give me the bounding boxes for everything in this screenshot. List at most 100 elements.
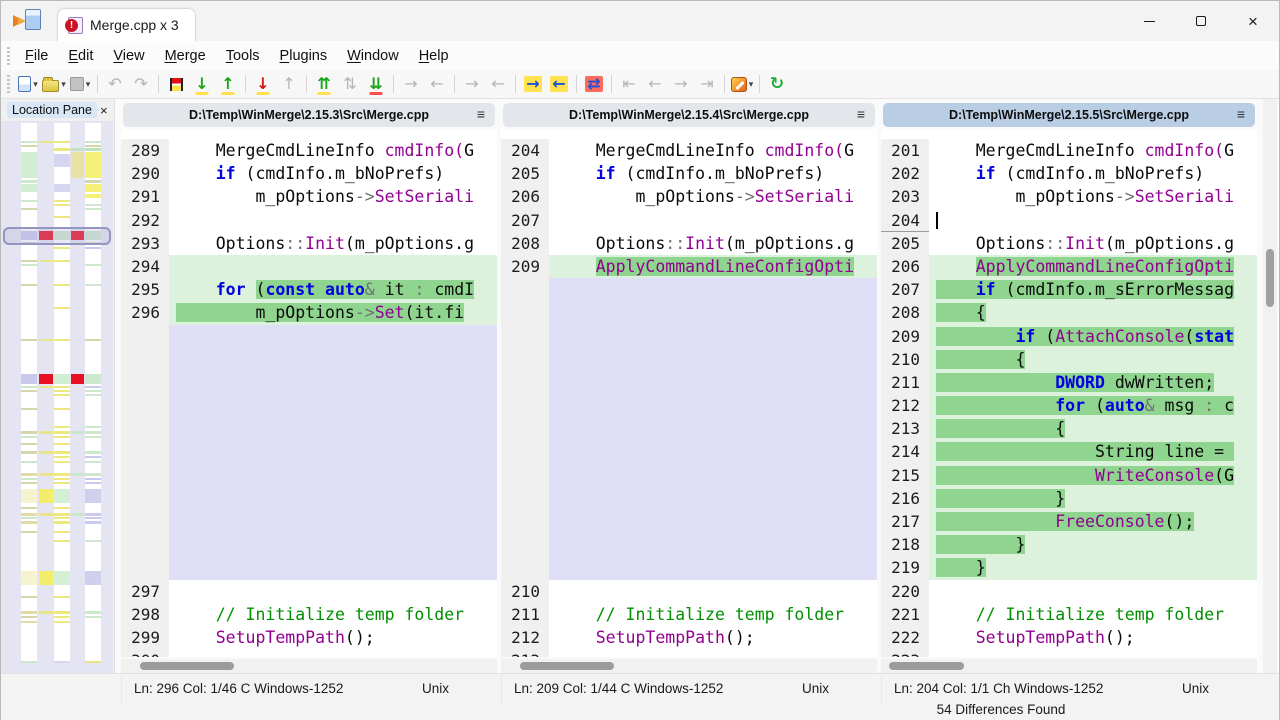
code-line[interactable]: 220 bbox=[881, 580, 1257, 603]
close-button[interactable]: × bbox=[1227, 1, 1279, 41]
diff-marker[interactable] bbox=[85, 451, 101, 454]
line-number[interactable]: 291 bbox=[121, 185, 169, 208]
diff-marker[interactable] bbox=[39, 513, 53, 516]
code-line[interactable]: 297 bbox=[121, 580, 497, 603]
code-line[interactable]: 215 WriteConsole(G bbox=[881, 464, 1257, 487]
diff-marker[interactable] bbox=[54, 154, 70, 167]
diff-marker[interactable] bbox=[21, 386, 37, 388]
diff-marker[interactable] bbox=[71, 152, 84, 178]
copy-to-right-button[interactable]: → bbox=[521, 72, 545, 96]
code-text[interactable]: DWORD dwWritten; bbox=[929, 371, 1257, 394]
code-text[interactable]: m_pOptions->Set(it.fi bbox=[169, 301, 497, 324]
diff-marker[interactable] bbox=[85, 456, 101, 458]
line-number[interactable]: 295 bbox=[121, 278, 169, 301]
diff-marker[interactable] bbox=[21, 436, 37, 438]
diff-marker[interactable] bbox=[85, 661, 101, 663]
scrollbar-thumb[interactable] bbox=[889, 662, 964, 670]
diff-marker[interactable] bbox=[54, 247, 70, 249]
code-line[interactable]: 294 bbox=[121, 255, 497, 278]
diff-marker[interactable] bbox=[54, 478, 70, 480]
diff-marker[interactable] bbox=[21, 473, 37, 476]
code-line[interactable]: 295 for (const auto& it : cmdI bbox=[121, 278, 497, 301]
diff-marker[interactable] bbox=[85, 247, 101, 249]
diff-marker[interactable] bbox=[85, 482, 101, 484]
line-number[interactable]: 207 bbox=[501, 209, 549, 232]
diff-marker[interactable] bbox=[39, 473, 53, 476]
menu-file[interactable]: File bbox=[15, 45, 58, 67]
line-number[interactable]: 205 bbox=[881, 232, 929, 255]
line-number[interactable]: 215 bbox=[881, 464, 929, 487]
line-number[interactable]: 292 bbox=[121, 209, 169, 232]
diff-marker[interactable] bbox=[21, 616, 37, 618]
options-button[interactable]: ▾ bbox=[730, 72, 754, 96]
code-text[interactable] bbox=[549, 649, 877, 657]
code-text[interactable]: SetupTempPath(); bbox=[929, 626, 1257, 649]
code-text[interactable] bbox=[169, 255, 497, 278]
code-text[interactable]: // Initialize temp folder bbox=[929, 603, 1257, 626]
code-text[interactable]: { bbox=[929, 417, 1257, 440]
code-text[interactable] bbox=[169, 325, 497, 580]
code-text[interactable]: SetupTempPath(); bbox=[549, 626, 877, 649]
menu-view[interactable]: View bbox=[103, 45, 154, 67]
line-number[interactable]: 220 bbox=[881, 580, 929, 603]
next-difference-button[interactable]: ↓ bbox=[190, 72, 214, 96]
chevron-down-icon[interactable]: ▾ bbox=[749, 79, 754, 90]
code-text[interactable]: for (const auto& it : cmdI bbox=[169, 278, 497, 301]
code-line[interactable]: 299 SetupTempPath(); bbox=[121, 626, 497, 649]
diff-marker[interactable] bbox=[54, 517, 70, 519]
diff-marker[interactable] bbox=[21, 517, 37, 519]
code-line[interactable]: 211 DWORD dwWritten; bbox=[881, 371, 1257, 394]
line-number[interactable]: 300 bbox=[121, 649, 169, 657]
diff-marker[interactable] bbox=[21, 374, 37, 384]
code-editor-right[interactable]: 201 MergeCmdLineInfo cmdInfo(G202 if (cm… bbox=[881, 129, 1257, 657]
menu-window[interactable]: Window bbox=[337, 45, 409, 67]
menu-plugins[interactable]: Plugins bbox=[270, 45, 338, 67]
diff-marker[interactable] bbox=[21, 482, 37, 484]
diff-marker[interactable] bbox=[21, 180, 37, 183]
diff-marker[interactable] bbox=[54, 284, 70, 286]
code-text[interactable]: // Initialize temp folder bbox=[169, 603, 497, 626]
diff-marker[interactable] bbox=[85, 436, 101, 438]
line-number[interactable]: 289 bbox=[121, 139, 169, 162]
diff-marker[interactable] bbox=[21, 431, 37, 434]
diff-marker[interactable] bbox=[54, 521, 70, 524]
diff-marker[interactable] bbox=[54, 531, 70, 533]
maximize-button[interactable] bbox=[1175, 1, 1227, 41]
horizontal-scrollbar[interactable] bbox=[881, 659, 1257, 673]
line-number[interactable]: 217 bbox=[881, 510, 929, 533]
diff-marker[interactable] bbox=[21, 339, 37, 341]
diff-marker[interactable] bbox=[85, 141, 101, 143]
code-line[interactable]: 201 MergeCmdLineInfo cmdInfo(G bbox=[881, 139, 1257, 162]
diff-marker[interactable] bbox=[39, 339, 53, 341]
code-line[interactable]: 219 } bbox=[881, 556, 1257, 579]
diff-marker[interactable] bbox=[85, 517, 101, 519]
line-number[interactable]: 219 bbox=[881, 556, 929, 579]
diff-marker[interactable] bbox=[39, 386, 53, 388]
scrollbar-thumb[interactable] bbox=[140, 662, 234, 670]
code-text[interactable]: FreeConsole(); bbox=[929, 510, 1257, 533]
line-number[interactable]: 204 bbox=[881, 209, 929, 232]
code-line[interactable]: 212 SetupTempPath(); bbox=[501, 626, 877, 649]
previous-difference-button[interactable]: ↑ bbox=[216, 72, 240, 96]
code-text[interactable]: if (cmdInfo.m_bNoPrefs) bbox=[929, 162, 1257, 185]
code-line[interactable]: 209 if (AttachConsole(stat bbox=[881, 325, 1257, 348]
line-number[interactable]: 211 bbox=[881, 371, 929, 394]
code-line[interactable]: 207 if (cmdInfo.m_sErrorMessag bbox=[881, 278, 1257, 301]
diff-marker[interactable] bbox=[85, 571, 101, 585]
code-text[interactable]: MergeCmdLineInfo cmdInfo(G bbox=[549, 139, 877, 162]
code-editor-left[interactable]: 289 MergeCmdLineInfo cmdInfo(G290 if (cm… bbox=[121, 129, 497, 657]
diff-marker[interactable] bbox=[54, 461, 70, 463]
diff-marker[interactable] bbox=[39, 141, 53, 143]
line-number[interactable]: 212 bbox=[501, 626, 549, 649]
code-text[interactable]: if (cmdInfo.m_sErrorMessag bbox=[929, 278, 1257, 301]
code-text[interactable]: // Initialize temp folder bbox=[549, 603, 877, 626]
code-line[interactable]: 291 m_pOptions->SetSeriali bbox=[121, 185, 497, 208]
diff-marker[interactable] bbox=[85, 194, 101, 198]
diff-marker[interactable] bbox=[85, 478, 101, 480]
diff-marker[interactable] bbox=[85, 204, 101, 206]
diff-marker[interactable] bbox=[71, 513, 84, 516]
diff-marker[interactable] bbox=[85, 386, 101, 388]
code-text[interactable]: Options::Init(m_pOptions.g bbox=[549, 232, 877, 255]
code-line[interactable]: 210 bbox=[501, 580, 877, 603]
diff-marker[interactable] bbox=[71, 431, 84, 434]
